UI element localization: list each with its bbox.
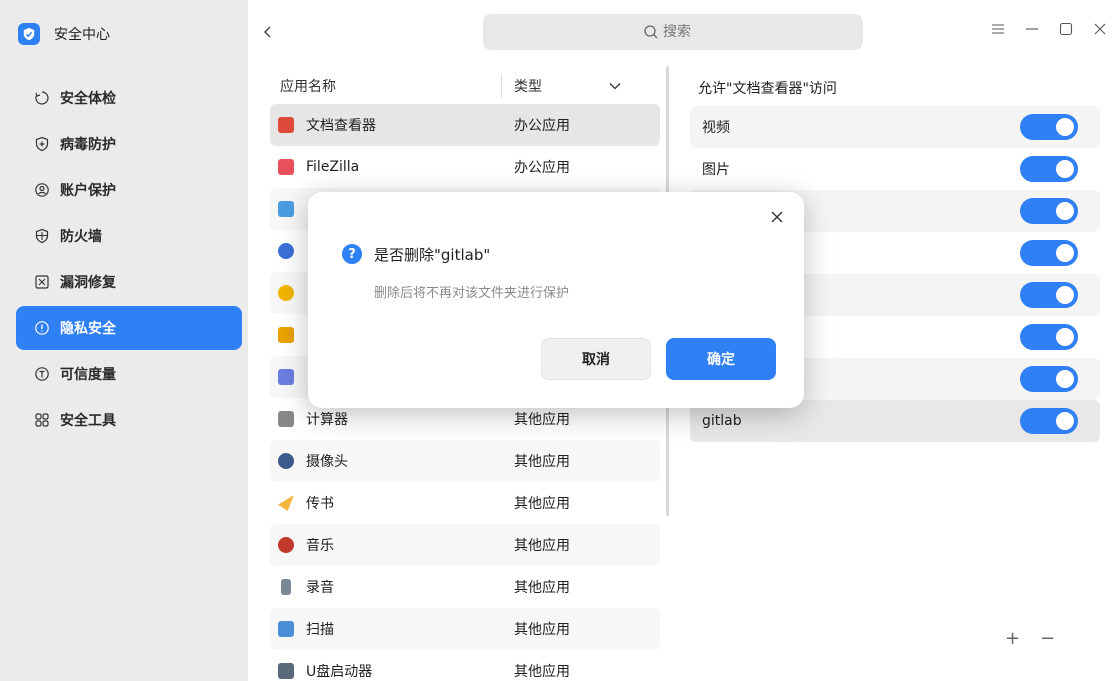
table-row[interactable]: 摄像头 其他应用	[270, 440, 660, 482]
app-icon	[278, 285, 294, 301]
app-icon	[278, 327, 294, 343]
search-box[interactable]	[483, 14, 863, 50]
sidebar-item-label: 漏洞修复	[60, 275, 116, 291]
account-icon	[34, 182, 50, 198]
add-folder-button[interactable]: +	[1005, 628, 1020, 649]
sidebar-item-label: 防火墙	[60, 229, 102, 245]
menu-button[interactable]	[987, 18, 1009, 40]
trust-icon	[34, 366, 50, 382]
camera-icon	[278, 453, 294, 469]
sidebar-item-label: 隐私安全	[60, 321, 116, 337]
sidebar-item-firewall[interactable]: 防火墙	[16, 214, 242, 258]
permission-toggle[interactable]	[1020, 198, 1078, 224]
table-row[interactable]: U盘启动器 其他应用	[270, 650, 660, 681]
table-row[interactable]: 扫描 其他应用	[270, 608, 660, 650]
sidebar-item-account[interactable]: 账户保护	[16, 168, 242, 212]
maximize-button[interactable]	[1055, 18, 1077, 40]
recorder-icon	[281, 579, 291, 595]
permission-toggle[interactable]	[1020, 282, 1078, 308]
table-row[interactable]: 录音 其他应用	[270, 566, 660, 608]
back-button[interactable]	[258, 18, 278, 46]
sidebar-item-virus[interactable]: 病毒防护	[16, 122, 242, 166]
dialog-title: 是否删除"gitlab"	[374, 246, 491, 264]
firewall-icon	[34, 228, 50, 244]
close-icon	[1094, 23, 1106, 35]
image-viewer-icon	[278, 201, 294, 217]
sidebar-item-trust[interactable]: 可信度量	[16, 352, 242, 396]
column-header-type-label: 类型	[514, 79, 542, 95]
question-icon: ?	[342, 244, 362, 264]
paper-plane-icon	[278, 495, 294, 511]
sidebar-item-checkup[interactable]: 安全体检	[16, 76, 242, 120]
sidebar-item-label: 账户保护	[60, 183, 116, 199]
tools-icon	[34, 412, 50, 428]
sidebar-item-vulnerability[interactable]: 漏洞修复	[16, 260, 242, 304]
sidebar-item-tools[interactable]: 安全工具	[16, 398, 242, 442]
table-row[interactable]: 传书 其他应用	[270, 482, 660, 524]
permission-toggle[interactable]	[1020, 156, 1078, 182]
permission-toggle[interactable]	[1020, 240, 1078, 266]
sidebar-item-label: 病毒防护	[60, 137, 116, 153]
table-row[interactable]: 文档查看器 办公应用	[270, 104, 660, 146]
minimize-button[interactable]	[1021, 18, 1043, 40]
permissions-title: 允许"文档查看器"访问	[698, 81, 837, 97]
hamburger-icon	[992, 24, 1004, 34]
dialog-close-button[interactable]	[766, 206, 788, 228]
music-icon	[278, 537, 294, 553]
virus-shield-icon	[34, 136, 50, 152]
delete-confirm-dialog: ? 是否删除"gitlab" 删除后将不再对该文件夹进行保护 取消 确定	[308, 192, 804, 408]
shield-logo-icon	[18, 23, 40, 45]
minimize-icon	[1026, 28, 1038, 30]
search-input[interactable]	[663, 24, 703, 40]
confirm-button[interactable]: 确定	[666, 338, 776, 380]
sidebar-item-privacy[interactable]: 隐私安全	[16, 306, 242, 350]
permission-toggle[interactable]	[1020, 408, 1078, 434]
chevron-left-icon	[264, 26, 271, 38]
vulnerability-icon	[34, 274, 50, 290]
chevron-down-icon	[609, 83, 621, 90]
sidebar-item-label: 可信度量	[60, 367, 116, 383]
column-header-name[interactable]: 应用名称	[270, 74, 502, 98]
sidebar-nav: 安全体检 病毒防护 账户保护 防火墙 漏洞修复 隐私安全 可信度量 安全工具	[16, 76, 242, 444]
close-icon	[771, 211, 783, 223]
permission-row: 图片	[690, 148, 1100, 190]
document-viewer-icon	[278, 117, 294, 133]
maximize-icon	[1059, 22, 1073, 36]
app-icon	[278, 369, 294, 385]
sidebar-item-label: 安全工具	[60, 413, 116, 429]
permission-toggle[interactable]	[1020, 114, 1078, 140]
calculator-icon	[278, 411, 294, 427]
column-header-type[interactable]: 类型	[502, 76, 660, 96]
app-icon	[278, 243, 294, 259]
app-title: 安全中心	[54, 27, 110, 43]
usb-icon	[278, 663, 294, 679]
remove-folder-button[interactable]: −	[1040, 628, 1055, 649]
scanner-icon	[278, 621, 294, 637]
table-row[interactable]: FileZilla 办公应用	[270, 146, 660, 188]
checkup-icon	[34, 90, 50, 106]
window-controls	[987, 18, 1111, 40]
filezilla-icon	[278, 159, 294, 175]
dialog-message: 删除后将不再对该文件夹进行保护	[374, 286, 570, 301]
folder-actions: + −	[1005, 628, 1055, 649]
table-header: 应用名称 类型	[270, 68, 660, 104]
app-header: 安全中心	[18, 20, 110, 48]
table-row[interactable]: 音乐 其他应用	[270, 524, 660, 566]
close-window-button[interactable]	[1089, 18, 1111, 40]
permission-toggle[interactable]	[1020, 324, 1078, 350]
sidebar-item-label: 安全体检	[60, 91, 116, 107]
cancel-button[interactable]: 取消	[541, 338, 651, 380]
search-icon	[644, 25, 658, 39]
permission-toggle[interactable]	[1020, 366, 1078, 392]
permission-row: 视频	[690, 106, 1100, 148]
privacy-icon	[34, 320, 50, 336]
sidebar: 安全中心 安全体检 病毒防护 账户保护 防火墙 漏洞修复 隐私安全 可信度量 安…	[0, 0, 248, 681]
